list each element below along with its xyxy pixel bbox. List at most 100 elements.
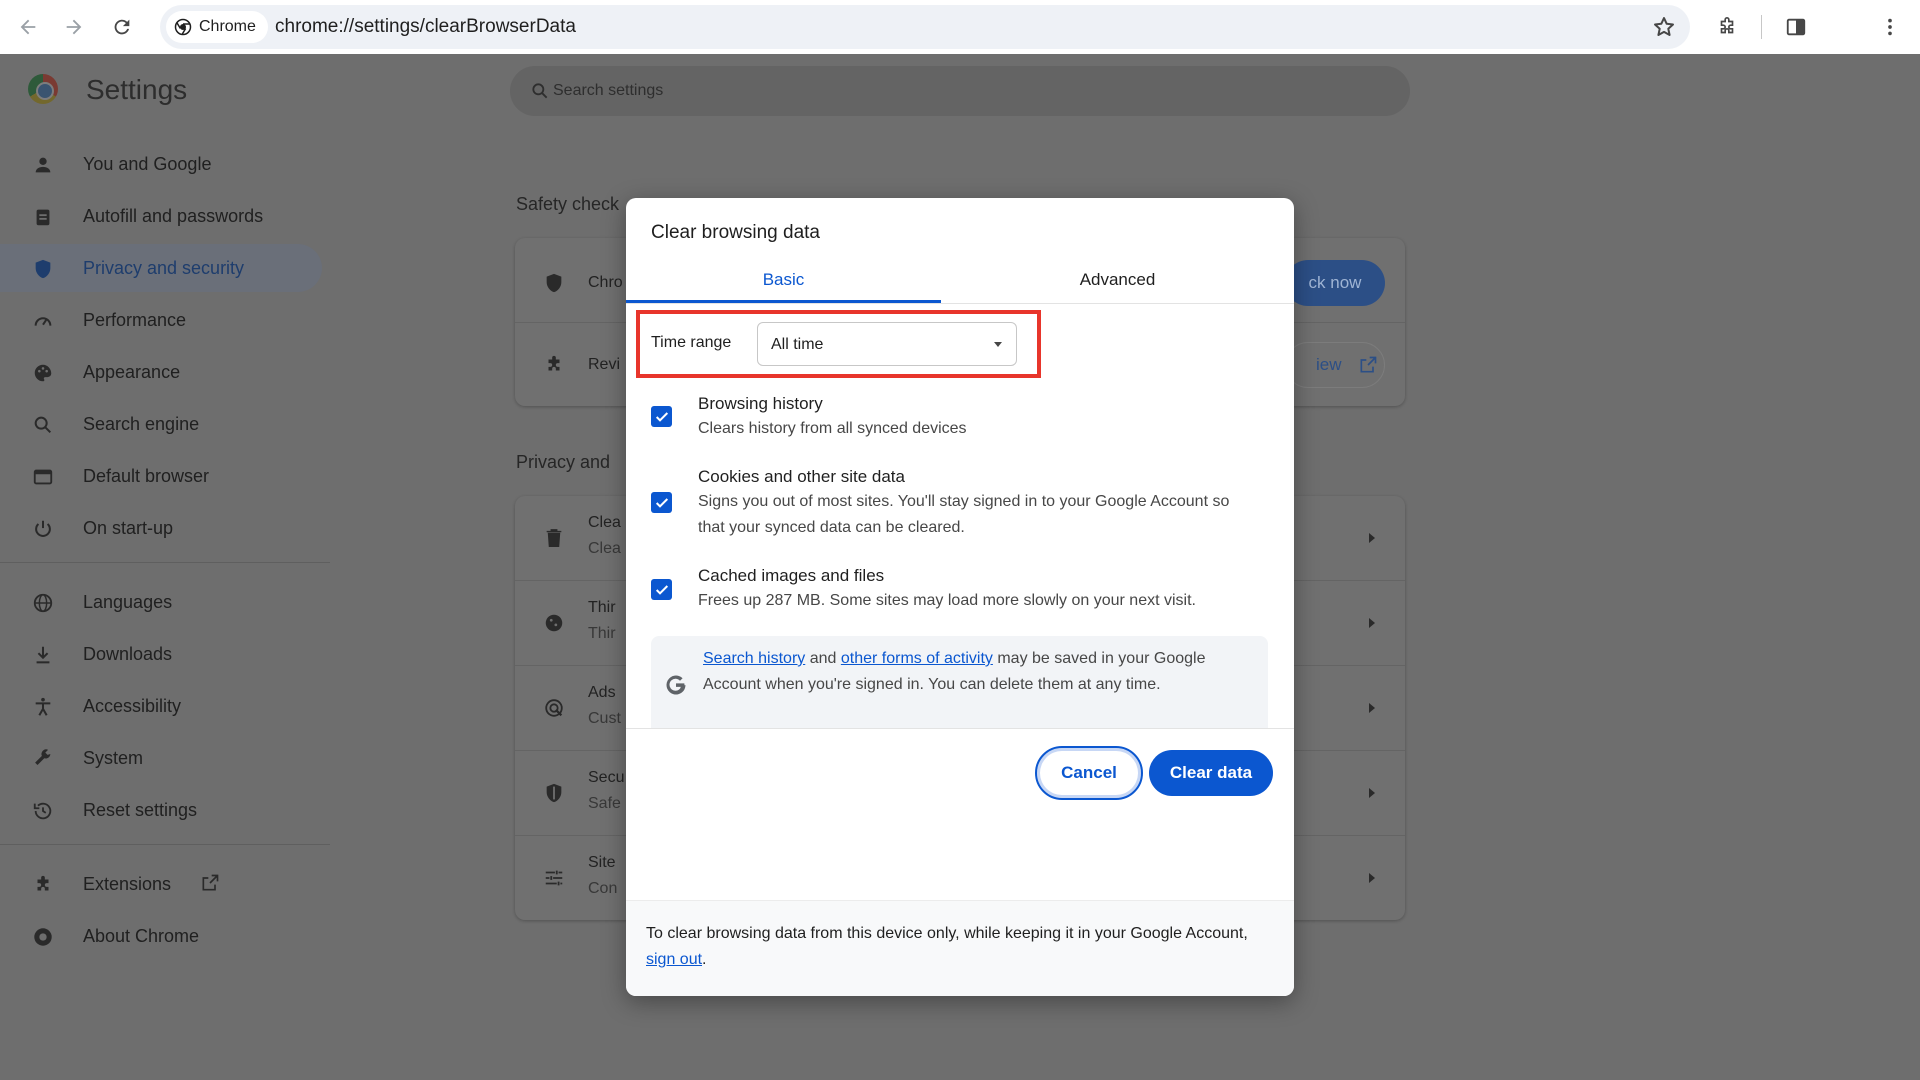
cached-images-checkbox[interactable] bbox=[651, 579, 672, 600]
chip-label: Chrome bbox=[199, 18, 256, 35]
reload-button[interactable] bbox=[106, 11, 138, 43]
speedometer-icon bbox=[34, 317, 52, 326]
privacy-row-title: Secu bbox=[588, 769, 625, 786]
other-activity-link[interactable]: other forms of activity bbox=[841, 650, 993, 667]
option-description: Frees up 287 MB. Some sites may load mor… bbox=[698, 592, 1196, 609]
dropdown-arrow-icon bbox=[994, 342, 1002, 347]
checkmark-icon bbox=[655, 584, 668, 595]
time-range-label: Time range bbox=[651, 334, 732, 351]
sidebar-item-you-and-google[interactable]: You and Google bbox=[0, 140, 322, 188]
option-title: Browsing history bbox=[698, 394, 823, 413]
clear-data-button[interactable]: Clear data bbox=[1149, 750, 1273, 796]
sidebar-item-search-engine[interactable]: Search engine bbox=[0, 400, 322, 448]
wrench-icon bbox=[35, 749, 51, 766]
row-arrow[interactable] bbox=[1369, 533, 1375, 543]
sidebar-item-languages[interactable]: Languages bbox=[0, 578, 322, 626]
sidebar-item-label: Appearance bbox=[83, 361, 181, 382]
row-arrow[interactable] bbox=[1369, 788, 1375, 798]
sidebar-item-label: Search engine bbox=[83, 413, 200, 434]
tune-icon bbox=[545, 870, 563, 886]
privacy-row-subtitle: Safe bbox=[588, 795, 621, 812]
forward-button[interactable] bbox=[58, 11, 90, 43]
extensions-button[interactable] bbox=[1711, 11, 1743, 43]
tab-basic[interactable]: Basic bbox=[626, 258, 941, 302]
download-icon bbox=[36, 646, 50, 664]
cookies-checkbox[interactable] bbox=[651, 492, 672, 513]
check-now-button[interactable]: ck now bbox=[1285, 260, 1385, 306]
browser-icon bbox=[33, 469, 53, 485]
shield-icon bbox=[35, 259, 51, 279]
bookmark-star-icon[interactable] bbox=[1652, 15, 1676, 39]
side-panel-icon bbox=[1786, 18, 1806, 36]
forward-arrow-icon bbox=[66, 19, 82, 35]
privacy-heading: Privacy and bbox=[516, 452, 611, 472]
option-title: Cookies and other site data bbox=[698, 467, 905, 486]
sign-out-link[interactable]: sign out bbox=[646, 951, 702, 968]
content-divider bbox=[626, 728, 1294, 729]
option-description: Signs you out of most sites. You'll stay… bbox=[698, 493, 1230, 536]
sidebar-item-default-browser[interactable]: Default browser bbox=[0, 452, 322, 500]
sidebar-item-about[interactable]: About Chrome bbox=[0, 912, 322, 960]
search-settings-input[interactable]: Search settings bbox=[510, 66, 1410, 116]
search-history-link[interactable]: Search history bbox=[703, 650, 805, 667]
more-vert-icon bbox=[1888, 18, 1892, 36]
sidebar-item-on-startup[interactable]: On start-up bbox=[0, 504, 322, 552]
shield-icon bbox=[546, 273, 562, 293]
clipboard-icon bbox=[36, 209, 50, 226]
sidebar-item-label: About Chrome bbox=[83, 925, 200, 946]
info-and: and bbox=[805, 650, 841, 667]
clear-browsing-data-dialog: Clear browsing data Basic Advanced Time … bbox=[626, 198, 1294, 996]
sidebar-item-extensions[interactable]: Extensions bbox=[0, 860, 322, 908]
info-text: Search history and other forms of activi… bbox=[703, 646, 1243, 698]
side-panel-button[interactable] bbox=[1780, 11, 1812, 43]
power-icon bbox=[35, 520, 51, 537]
privacy-row-title: Thir bbox=[588, 599, 616, 616]
checkmark-icon bbox=[655, 497, 668, 508]
site-info-chip[interactable]: Chrome bbox=[166, 11, 268, 43]
browsing-history-checkbox[interactable] bbox=[651, 406, 672, 427]
sidebar-item-autofill[interactable]: Autofill and passwords bbox=[0, 192, 322, 240]
ads-icon bbox=[545, 699, 563, 717]
settings-sidebar: You and Google Autofill and passwords Pr… bbox=[0, 54, 330, 1080]
sidebar-item-downloads[interactable]: Downloads bbox=[0, 630, 322, 678]
footer-text: To clear browsing data from this device … bbox=[646, 921, 1266, 973]
privacy-row-subtitle: Con bbox=[588, 880, 618, 897]
url-text[interactable]: chrome://settings/clearBrowserData bbox=[275, 5, 576, 49]
row-arrow[interactable] bbox=[1369, 618, 1375, 628]
safety-row-title: Revi bbox=[588, 356, 621, 373]
chrome-icon bbox=[34, 928, 52, 946]
open-in-new-icon bbox=[202, 874, 219, 891]
browser-toolbar: Chrome chrome://settings/clearBrowserDat… bbox=[0, 0, 1920, 54]
puzzle-icon bbox=[1720, 17, 1734, 34]
sidebar-item-label: Privacy and security bbox=[83, 257, 245, 278]
accessibility-icon bbox=[35, 697, 51, 716]
address-bar[interactable]: Chrome chrome://settings/clearBrowserDat… bbox=[160, 5, 1690, 49]
cookie-icon bbox=[545, 614, 563, 632]
sidebar-item-performance[interactable]: Performance bbox=[0, 296, 322, 344]
sidebar-item-label: System bbox=[83, 747, 144, 768]
sidebar-item-reset[interactable]: Reset settings bbox=[0, 786, 322, 834]
menu-button[interactable] bbox=[1874, 11, 1906, 43]
privacy-row-title: Site bbox=[588, 854, 616, 871]
tab-advanced[interactable]: Advanced bbox=[941, 258, 1294, 302]
review-label: iew bbox=[1316, 355, 1342, 374]
sidebar-item-accessibility[interactable]: Accessibility bbox=[0, 682, 322, 730]
sidebar-divider bbox=[0, 562, 330, 563]
back-button[interactable] bbox=[12, 11, 44, 43]
sidebar-item-system[interactable]: System bbox=[0, 734, 322, 782]
row-arrow[interactable] bbox=[1369, 873, 1375, 883]
puzzle-icon bbox=[37, 875, 49, 891]
time-range-value: All time bbox=[771, 336, 824, 353]
row-arrow[interactable] bbox=[1369, 703, 1375, 713]
privacy-row-subtitle: Clea bbox=[588, 540, 621, 557]
chrome-icon bbox=[174, 18, 192, 36]
sidebar-item-label: Default browser bbox=[83, 465, 210, 486]
sidebar-item-appearance[interactable]: Appearance bbox=[0, 348, 322, 396]
sidebar-item-label: Autofill and passwords bbox=[83, 205, 264, 226]
review-button[interactable]: iew bbox=[1285, 342, 1385, 388]
time-range-select[interactable]: All time bbox=[757, 322, 1017, 366]
reload-icon bbox=[114, 19, 130, 35]
google-activity-info: Search history and other forms of activi… bbox=[651, 636, 1268, 728]
cancel-button[interactable]: Cancel bbox=[1035, 746, 1143, 800]
sidebar-item-privacy[interactable]: Privacy and security bbox=[0, 244, 322, 292]
